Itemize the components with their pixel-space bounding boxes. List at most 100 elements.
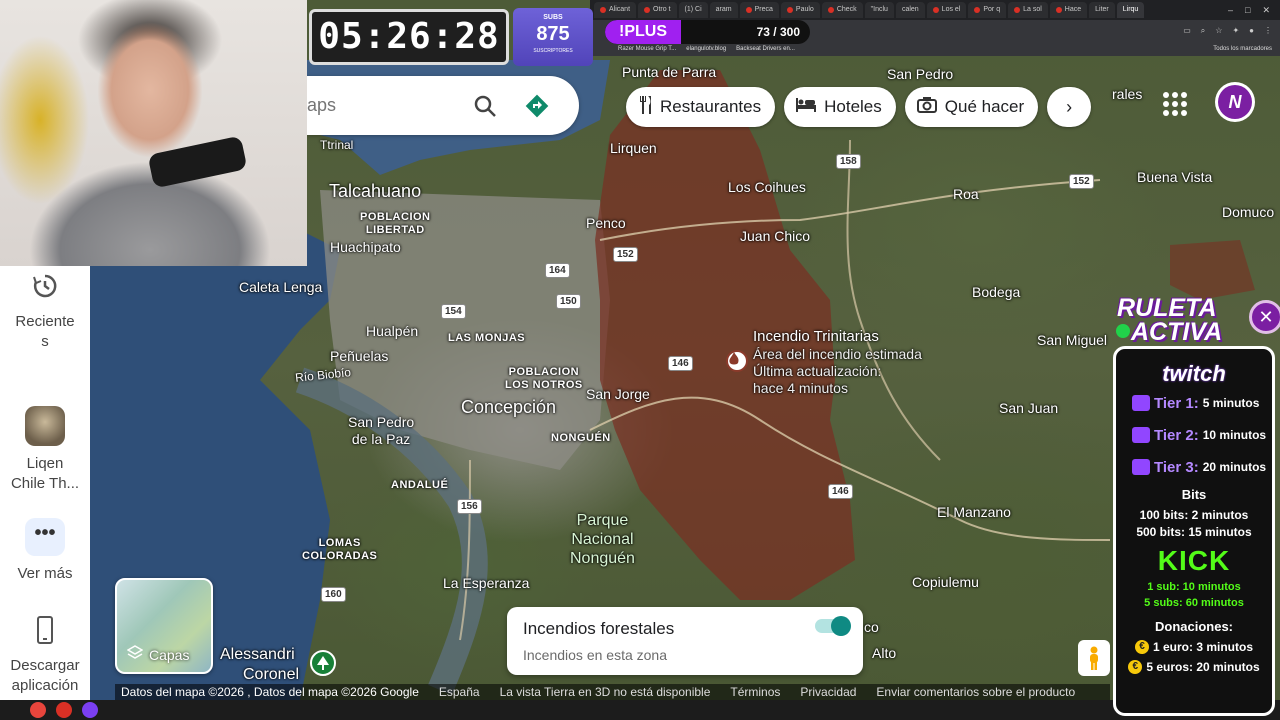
map-label: ANDALUÉ [391, 479, 449, 491]
browser-tab[interactable]: Preca [739, 2, 779, 18]
browser-tab[interactable]: calen [895, 2, 925, 18]
close-icon[interactable]: ✕ [1262, 5, 1270, 16]
google-apps-icon[interactable] [1162, 91, 1188, 117]
tab-favicon-icon [932, 7, 939, 13]
map-label: Copiulemu [912, 574, 979, 590]
map-label: Lirquen [610, 140, 657, 156]
profile-icon[interactable]: ● [1249, 26, 1254, 36]
route-shield: 152 [1069, 174, 1094, 189]
browser-tab[interactable]: Otro t [638, 2, 677, 18]
maximize-icon[interactable]: □ [1245, 5, 1250, 16]
chips-next-button[interactable]: › [1047, 87, 1092, 127]
browser-tab[interactable]: La sol [1008, 2, 1048, 18]
tier-row: Tier 2: 10 minutos [1116, 419, 1272, 451]
road [846, 139, 941, 461]
layers-icon [126, 645, 144, 664]
stream-timer: 05:26:28 [309, 9, 509, 65]
minimize-icon[interactable]: – [1228, 5, 1233, 16]
browser-tab[interactable]: Hace [1049, 2, 1088, 18]
search-box[interactable] [307, 76, 579, 135]
map-label: POBLACION LOS NOTROS [505, 366, 583, 391]
fire-area-east [1170, 240, 1255, 300]
browser-tab[interactable]: "Inclu [864, 2, 894, 18]
live-dot-icon [1116, 324, 1130, 338]
search-icon[interactable] [471, 92, 499, 120]
sidebar-item-saved-place[interactable]: Liqen Chile Th... [0, 406, 90, 494]
layers-button[interactable]: Capas [115, 578, 213, 674]
directions-icon[interactable] [523, 92, 551, 120]
browser-tab[interactable]: Paulo [780, 2, 820, 18]
browser-tab[interactable]: aram [709, 2, 738, 18]
donations-title: Donaciones: [1154, 619, 1233, 634]
search-input[interactable] [307, 95, 457, 116]
maps-sidebar: Reciente s Liqen Chile Th... ••• Ver más… [0, 266, 90, 700]
avatar[interactable]: N [1215, 82, 1255, 122]
taskbar [0, 700, 1280, 720]
country-link[interactable]: España [439, 685, 480, 699]
wildfire-toggle[interactable] [815, 616, 851, 636]
browser-tab[interactable]: Alicant [594, 2, 637, 18]
plus-label: !PLUS [605, 20, 681, 44]
chip-things-to-do[interactable]: Qué hacer [904, 87, 1039, 127]
microphone-image [147, 135, 248, 189]
sidebar-item-label: Descargar aplicación [10, 657, 80, 694]
map-attribution: Datos del mapa ©2026 , Datos del mapa ©2… [121, 685, 419, 699]
more-dots-icon: ••• [25, 518, 65, 556]
bits-title: Bits [1181, 487, 1207, 502]
app-taskbar-icon[interactable] [82, 702, 98, 718]
bits-line: 100 bits: 2 minutos [1139, 508, 1249, 522]
plus-progress: 73 / 300 [756, 25, 800, 39]
extensions-icon[interactable]: ✦ [1232, 26, 1239, 36]
bookmark[interactable]: Backseat Drivers en... [736, 46, 795, 52]
chrome-taskbar-icon[interactable] [30, 702, 46, 718]
chip-hotels[interactable]: Hoteles [784, 87, 896, 127]
tree-marker-icon[interactable] [310, 650, 336, 676]
star-icon[interactable]: ☆ [1215, 26, 1222, 36]
feedback-link[interactable]: Enviar comentarios sobre el producto [876, 685, 1075, 699]
zoom-icon[interactable]: ⌕ [1201, 26, 1205, 36]
browser-tab-active[interactable]: Lirqu [1116, 2, 1145, 18]
twitch-badge-icon [1132, 427, 1150, 443]
map-label: Bodega [972, 284, 1021, 300]
map-label: Alessandri [220, 646, 295, 663]
browser-tab[interactable]: Por q [968, 2, 1007, 18]
fork-knife-icon [638, 95, 652, 119]
privacy-link[interactable]: Privacidad [800, 685, 856, 699]
subs-sublabel: SUSCRIPTORES [533, 48, 573, 54]
sidebar-item-recents[interactable]: Reciente s [0, 266, 90, 352]
browser-tab[interactable]: Liter [1089, 2, 1115, 18]
wildfire-layer-card[interactable]: Incendios forestales Incendios en esta z… [507, 607, 863, 675]
all-bookmarks[interactable]: Todos los marcadores [1213, 46, 1280, 52]
route-shield: 150 [556, 294, 581, 309]
tab-favicon-icon [974, 7, 981, 13]
fire-marker-title[interactable]: Incendio Trinitarias [753, 328, 879, 345]
pegman-icon[interactable] [1078, 640, 1110, 676]
map-label: San Pedro de la Paz [348, 414, 415, 447]
map-label: Penco [586, 215, 626, 231]
sidebar-item-label: Ver más [17, 565, 73, 582]
map-label: Domuco [1222, 204, 1275, 220]
bookmarks-bar: Razer Mouse Grip T... elangulotv.blog Ba… [590, 42, 1280, 56]
kick-line: 1 sub: 10 minutos [1147, 581, 1241, 593]
browser-tab[interactable]: Check [821, 2, 863, 18]
menu-icon[interactable]: ⋮ [1264, 26, 1272, 36]
obs-taskbar-icon[interactable] [56, 702, 72, 718]
bookmark[interactable]: elangulotv.blog [686, 46, 726, 52]
fire-icon[interactable] [726, 350, 748, 372]
bookmark[interactable]: Razer Mouse Grip T... [618, 46, 676, 52]
cast-icon[interactable]: ▭ [1183, 26, 1191, 36]
place-thumbnail [25, 406, 65, 446]
subs-label: SUBS [543, 14, 563, 21]
map-label: Concepción [461, 397, 557, 417]
terms-link[interactable]: Términos [730, 685, 780, 699]
browser-tab[interactable]: Los el [926, 2, 967, 18]
toggle-knob [831, 616, 851, 636]
history-icon [25, 266, 65, 306]
sidebar-item-more[interactable]: ••• Ver más [0, 518, 90, 584]
map-label: San Juan [999, 400, 1059, 416]
tab-favicon-icon [786, 7, 793, 13]
euro-coin-icon: € [1134, 640, 1149, 654]
sidebar-item-download-app[interactable]: Descargar aplicación [0, 610, 90, 696]
browser-tab[interactable]: (1) Ci [678, 2, 708, 18]
chip-restaurants[interactable]: Restaurantes [626, 87, 776, 127]
